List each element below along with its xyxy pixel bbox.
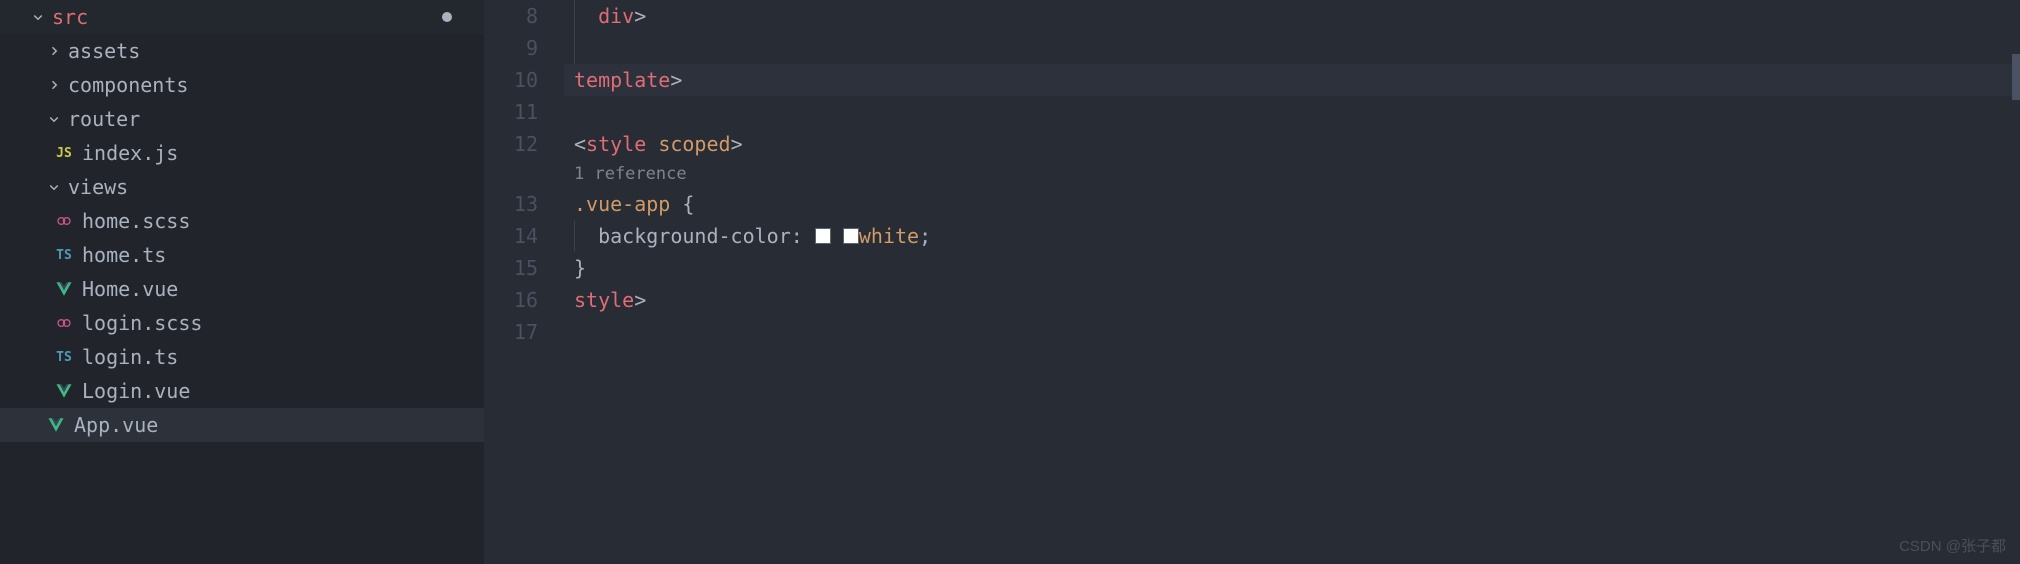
folder-label: assets: [68, 39, 140, 63]
code-line[interactable]: [564, 96, 2020, 128]
dirty-indicator-icon: [442, 12, 452, 22]
file-item-App.vue[interactable]: App.vue: [0, 408, 484, 442]
file-label: App.vue: [74, 413, 158, 437]
chevron-right-icon: [46, 43, 62, 59]
minimap-highlight-marker: [2012, 54, 2020, 100]
file-label: home.scss: [82, 209, 190, 233]
file-label: Home.vue: [82, 277, 178, 301]
line-number: 16: [484, 284, 538, 316]
indent-guide: [574, 32, 575, 64]
line-number-gutter: 89101112 1314151617: [484, 0, 564, 564]
code-line[interactable]: template>: [564, 64, 2020, 96]
file-item-login.ts[interactable]: TS login.ts: [0, 340, 484, 374]
file-label: index.js: [82, 141, 178, 165]
file-label: login.ts: [82, 345, 178, 369]
line-number: 10: [484, 64, 538, 96]
code-line[interactable]: style>: [564, 284, 2020, 316]
code-lens-reference[interactable]: 1 reference: [564, 160, 2020, 188]
line-number: 15: [484, 252, 538, 284]
folder-label: router: [68, 107, 140, 131]
file-item-index.js[interactable]: JS index.js: [0, 136, 484, 170]
code-line[interactable]: .vue-app {: [564, 188, 2020, 220]
folder-item-router[interactable]: router: [0, 102, 484, 136]
file-item-home.ts[interactable]: TS home.ts: [0, 238, 484, 272]
code-editor[interactable]: 89101112 1314151617 div> template> <style s…: [484, 0, 2020, 564]
folder-label: views: [68, 175, 128, 199]
folder-item-src[interactable]: src: [0, 0, 484, 34]
code-line[interactable]: [564, 316, 2020, 348]
folder-item-views[interactable]: views: [0, 170, 484, 204]
folder-item-assets[interactable]: assets: [0, 34, 484, 68]
line-number: 14: [484, 220, 538, 252]
line-number: 11: [484, 96, 538, 128]
ts-file-icon: TS: [54, 347, 74, 367]
file-label: home.ts: [82, 243, 166, 267]
chevron-right-icon: [46, 77, 62, 93]
file-item-Login.vue[interactable]: Login.vue: [0, 374, 484, 408]
line-number: 17: [484, 316, 538, 348]
code-line[interactable]: div>: [564, 0, 2020, 32]
vue-file-icon: [54, 381, 74, 401]
color-swatch-icon[interactable]: [843, 228, 859, 244]
ts-file-icon: TS: [54, 245, 74, 265]
file-label: login.scss: [82, 311, 202, 335]
indent-guide: [574, 0, 575, 32]
chevron-down-icon: [46, 179, 62, 195]
indent-guide: [574, 220, 575, 252]
line-number: 13: [484, 188, 538, 220]
file-label: Login.vue: [82, 379, 190, 403]
code-line[interactable]: [564, 32, 2020, 64]
vue-file-icon: [54, 279, 74, 299]
color-swatch-icon[interactable]: [815, 228, 831, 244]
chevron-down-icon: [46, 111, 62, 127]
code-line[interactable]: }: [564, 252, 2020, 284]
scss-file-icon: [54, 313, 74, 333]
file-item-home.scss[interactable]: home.scss: [0, 204, 484, 238]
file-item-login.scss[interactable]: login.scss: [0, 306, 484, 340]
code-line[interactable]: background-color: white;: [564, 220, 2020, 252]
code-line[interactable]: <style scoped>: [564, 128, 2020, 160]
line-number: 8: [484, 0, 538, 32]
line-number: 9: [484, 32, 538, 64]
folder-label: src: [52, 5, 88, 29]
line-number: 12: [484, 128, 538, 160]
vue-file-icon: [46, 415, 66, 435]
chevron-down-icon: [30, 9, 46, 25]
folder-label: components: [68, 73, 188, 97]
file-item-Home.vue[interactable]: Home.vue: [0, 272, 484, 306]
js-file-icon: JS: [54, 143, 74, 163]
folder-item-components[interactable]: components: [0, 68, 484, 102]
watermark-text: CSDN @张子都: [1899, 535, 2006, 556]
file-explorer-sidebar: src assets components router JS index.js views…: [0, 0, 484, 564]
code-content[interactable]: div> template> <style scoped>1 reference.v…: [564, 0, 2020, 564]
scss-file-icon: [54, 211, 74, 231]
